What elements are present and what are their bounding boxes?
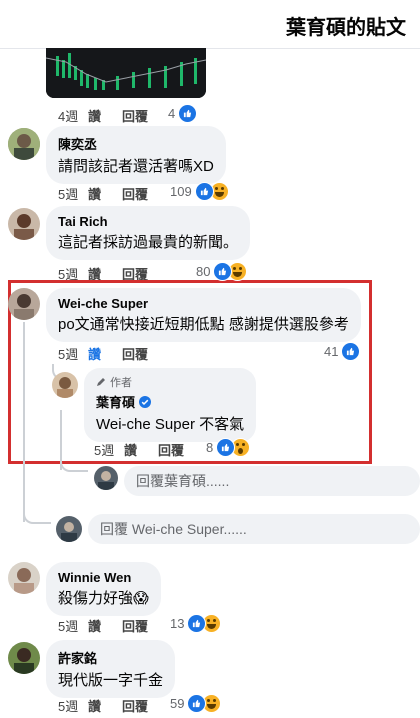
comment-author[interactable]: 陳奕丞 bbox=[58, 134, 214, 153]
comment-meta-row: 5週 讚 回覆 bbox=[58, 616, 148, 635]
avatar[interactable] bbox=[8, 562, 40, 594]
reply-button[interactable]: 回覆 bbox=[122, 696, 148, 715]
like-button[interactable]: 讚 bbox=[88, 696, 122, 715]
like-button[interactable]: 讚 bbox=[124, 440, 158, 459]
reaction-summary[interactable]: 59 bbox=[170, 694, 222, 713]
reply-input-placeholder: 回覆葉育碩...... bbox=[136, 473, 230, 489]
comment-text: Wei-che Super 不客氣 bbox=[96, 416, 245, 433]
comment-author[interactable]: 葉育碩 bbox=[96, 392, 135, 411]
like-button[interactable]: 讚 bbox=[88, 106, 122, 125]
author-badge-label: 作者 bbox=[110, 377, 132, 389]
comment-meta-row: 5週 讚 回覆 bbox=[94, 440, 184, 459]
avatar[interactable] bbox=[8, 208, 40, 240]
avatar-image bbox=[8, 208, 40, 240]
comment-meta-row: 5週 讚 回覆 bbox=[58, 696, 148, 715]
reply-button[interactable]: 回覆 bbox=[158, 440, 184, 459]
reaction-summary[interactable]: 8 bbox=[206, 438, 251, 457]
comment-text: 請問該記者還活著嗎XD bbox=[58, 158, 214, 175]
reaction-summary[interactable]: 41 bbox=[324, 342, 361, 361]
like-reaction-icon bbox=[216, 438, 236, 457]
reaction-count: 4 bbox=[168, 106, 176, 121]
reaction-count: 80 bbox=[196, 264, 211, 279]
comment-text: po文通常快接近短期低點 感謝提供選股參考 bbox=[58, 316, 349, 333]
avatar-image bbox=[8, 288, 40, 320]
timestamp[interactable]: 5週 bbox=[58, 696, 88, 715]
author-name-row: 葉育碩 bbox=[96, 392, 244, 411]
comment-text: 這記者採訪過最貴的新聞。 bbox=[58, 234, 239, 251]
like-reaction-icon bbox=[178, 104, 198, 123]
comment-bubble: 作者 葉育碩 Wei-che Super 不客氣 bbox=[84, 368, 257, 442]
reply-input[interactable]: 回覆 Wei-che Super...... bbox=[88, 514, 420, 544]
like-button[interactable]: 讚 bbox=[88, 616, 122, 635]
timestamp[interactable]: 5週 bbox=[94, 440, 124, 459]
comment-author[interactable]: Winnie Wen bbox=[58, 570, 149, 585]
reply-button[interactable]: 回覆 bbox=[122, 344, 148, 363]
timestamp[interactable]: 4週 bbox=[58, 106, 88, 125]
avatar bbox=[94, 466, 118, 490]
page-title: 葉育碩的貼文 bbox=[286, 17, 406, 39]
like-reaction-icon bbox=[213, 262, 233, 281]
author-badge: 作者 bbox=[96, 374, 244, 390]
reply-button[interactable]: 回覆 bbox=[122, 106, 148, 125]
like-reaction-icon bbox=[187, 694, 207, 713]
avatar-image bbox=[52, 372, 78, 398]
reaction-count: 8 bbox=[206, 440, 214, 455]
timestamp[interactable]: 5週 bbox=[58, 184, 88, 203]
avatar[interactable] bbox=[8, 288, 40, 320]
timestamp[interactable]: 5週 bbox=[58, 616, 88, 635]
reaction-summary[interactable]: 80 bbox=[196, 262, 248, 281]
comment-author[interactable]: Tai Rich bbox=[58, 214, 238, 229]
post-image[interactable] bbox=[46, 48, 206, 98]
reply-input[interactable]: 回覆葉育碩...... bbox=[124, 466, 420, 496]
comment-bubble: Tai Rich 這記者採訪過最貴的新聞。 bbox=[46, 206, 251, 260]
like-reaction-icon bbox=[194, 182, 214, 201]
reaction-count: 13 bbox=[170, 616, 185, 631]
comment-text: 殺傷力好強😱 bbox=[58, 590, 149, 607]
page-header: 葉育碩的貼文 bbox=[0, 0, 420, 49]
reaction-summary[interactable]: 109 bbox=[170, 182, 229, 201]
comment-bubble: Wei-che Super po文通常快接近短期低點 感謝提供選股參考 bbox=[46, 288, 361, 342]
comment-meta-row: 5週 讚 回覆 bbox=[58, 184, 148, 203]
comment-bubble: 陳奕丞 請問該記者還活著嗎XD bbox=[46, 126, 226, 184]
comment-author[interactable]: 許家銘 bbox=[58, 648, 163, 667]
avatar-image bbox=[56, 516, 82, 542]
comment-meta-row: 5週 讚 回覆 bbox=[58, 344, 148, 363]
reply-input-placeholder: 回覆 Wei-che Super...... bbox=[100, 521, 247, 537]
comment-author[interactable]: Wei-che Super bbox=[58, 296, 349, 311]
avatar[interactable] bbox=[8, 642, 40, 674]
comment-bubble: 許家銘 現代版一字千金 bbox=[46, 640, 176, 698]
avatar bbox=[56, 516, 82, 542]
thread-connector bbox=[23, 506, 51, 524]
like-button[interactable]: 讚 bbox=[88, 344, 122, 363]
reply-button[interactable]: 回覆 bbox=[122, 616, 148, 635]
avatar[interactable] bbox=[52, 372, 78, 398]
reaction-count: 109 bbox=[170, 184, 192, 199]
like-button[interactable]: 讚 bbox=[88, 184, 122, 203]
thread-line bbox=[23, 322, 25, 522]
avatar[interactable] bbox=[8, 128, 40, 160]
thread-connector bbox=[60, 456, 88, 472]
like-reaction-icon bbox=[341, 342, 361, 361]
timestamp[interactable]: 5週 bbox=[58, 344, 88, 363]
like-reaction-icon bbox=[187, 614, 207, 633]
pencil-icon bbox=[96, 377, 106, 387]
reaction-count: 59 bbox=[170, 696, 185, 711]
reply-button[interactable]: 回覆 bbox=[122, 184, 148, 203]
verified-icon bbox=[139, 395, 152, 408]
avatar-image bbox=[8, 128, 40, 160]
reaction-count: 41 bbox=[324, 344, 339, 359]
avatar-image bbox=[94, 466, 118, 490]
reaction-summary[interactable]: 4 bbox=[168, 104, 198, 123]
avatar-image bbox=[8, 562, 40, 594]
comment-text: 現代版一字千金 bbox=[58, 672, 164, 689]
comment-bubble: Winnie Wen 殺傷力好強😱 bbox=[46, 562, 161, 616]
reaction-summary[interactable]: 13 bbox=[170, 614, 222, 633]
post-meta-row: 4週 讚 回覆 bbox=[58, 106, 148, 125]
stock-chart-thumbnail bbox=[46, 48, 206, 98]
avatar-image bbox=[8, 642, 40, 674]
